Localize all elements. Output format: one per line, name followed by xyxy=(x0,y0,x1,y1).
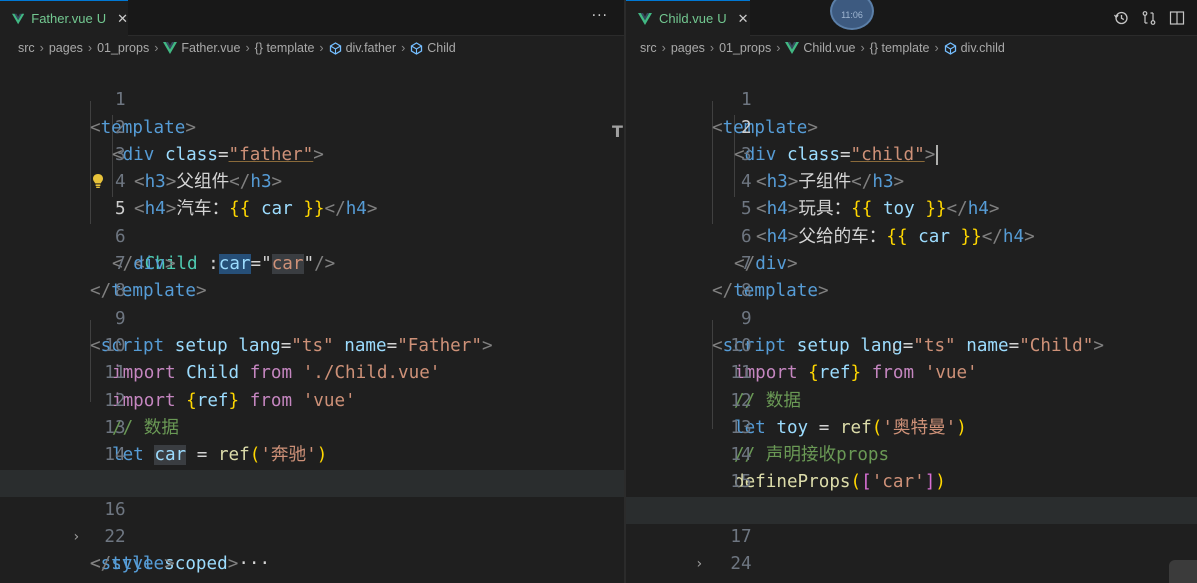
code-line: 15 xyxy=(0,442,624,492)
code-line: 4 <h4>玩具：{{ toy }}</h4> xyxy=(626,142,1197,219)
code-line: 13 let car = ref('奔驰') xyxy=(0,388,624,466)
vue-file-icon xyxy=(785,42,800,54)
chevron-right-icon: › xyxy=(709,41,715,55)
more-actions-icon[interactable]: ··· xyxy=(592,8,608,24)
editor-group-left: Father.vue U ✕ ··· src › pages › 01_props ›… xyxy=(0,0,624,583)
code-line-current: 5 <Child :car="car"/> xyxy=(0,169,624,275)
tab-bar-right: Child.vue U ✕ xyxy=(626,0,1197,36)
line-number: 25 xyxy=(690,579,751,583)
untracked-badge: U xyxy=(717,11,727,26)
code-line: 3 <h3>子组件</h3> xyxy=(626,115,1197,192)
corner-widget xyxy=(1169,560,1197,583)
breadcrumb-item[interactable]: Child.vue xyxy=(803,41,855,55)
code-line-folded: 16 › <style scoped>··· xyxy=(0,469,624,574)
breadcrumb-item[interactable]: div.father xyxy=(346,41,397,55)
vue-file-icon xyxy=(163,42,178,54)
code-line: 10 import {ref} from 'vue' xyxy=(626,306,1197,383)
code-line: 16 xyxy=(626,470,1197,520)
breadcrumb-item[interactable]: pages xyxy=(49,41,83,55)
code-line: 4 <h4>汽车：{{ car }}</h4> xyxy=(0,142,624,219)
ibeam-cursor-icon: I xyxy=(892,342,896,357)
code-line: 6 </div> xyxy=(0,197,624,274)
code-line: 14 </script> xyxy=(0,415,624,492)
chevron-right-icon: › xyxy=(401,41,406,55)
code-line: 8 xyxy=(626,251,1197,301)
code-line: 1 <template> xyxy=(626,60,1197,137)
close-icon[interactable]: ✕ xyxy=(117,11,128,27)
breadcrumb-item[interactable]: {} template xyxy=(255,41,315,55)
element-icon xyxy=(411,41,423,55)
code-line: 11 import {ref} from 'vue' xyxy=(0,333,624,410)
code-line: 25 xyxy=(626,551,1197,583)
breadcrumb-item[interactable]: Father.vue xyxy=(181,41,240,55)
code-line: 12 let toy = ref('奥特曼') xyxy=(626,360,1197,438)
code-line: 13 // 声明接收props xyxy=(626,388,1197,465)
folded-ellipsis[interactable]: ··· xyxy=(238,554,270,574)
breadcrumb-item[interactable]: {} template xyxy=(870,41,930,55)
vue-file-icon xyxy=(12,13,25,24)
lightbulb-icon[interactable] xyxy=(92,173,104,189)
chevron-right-icon: › xyxy=(245,41,250,55)
editor-actions xyxy=(1113,10,1185,26)
tab-father-vue[interactable]: Father.vue U ✕ xyxy=(0,0,128,36)
breadcrumb-item[interactable]: src xyxy=(18,41,35,55)
code-line: 1 <template> xyxy=(0,60,624,137)
code-editor-left[interactable]: 1 <template> 2 <div class="father"> 3 <h… xyxy=(0,60,624,583)
breadcrumb-item[interactable]: Child xyxy=(427,41,456,55)
code-line: 7 </template> xyxy=(0,224,624,301)
code-line-current: 2 <div class="child"> xyxy=(626,87,1197,165)
compare-changes-icon[interactable] xyxy=(1141,10,1157,26)
chevron-right-icon: › xyxy=(776,41,781,55)
chevron-right-icon: › xyxy=(860,41,865,55)
untracked-badge: U xyxy=(96,11,107,26)
code-line: 7 </template> xyxy=(626,224,1197,301)
element-icon xyxy=(329,41,341,55)
code-line: 24 </style> xyxy=(626,524,1197,583)
breadcrumb-item[interactable]: src xyxy=(640,41,657,55)
tab-label: Child.vue xyxy=(659,11,714,26)
split-editor-icon[interactable] xyxy=(1169,10,1185,26)
code-line: 10 import Child from './Child.vue' xyxy=(0,306,624,383)
code-line: 2 <div class="father"> xyxy=(0,87,624,165)
code-line: 9 <script setup lang="ts" name="Child"> xyxy=(626,278,1197,356)
code-line: 12 // 数据 xyxy=(0,360,624,438)
code-line: 14 defineProps(['car']) xyxy=(626,415,1197,492)
tab-bar-left: Father.vue U ✕ ··· xyxy=(0,0,624,36)
code-editor-right[interactable]: 1 <template> 2 <div class="child"> 3 <h3… xyxy=(626,60,1197,583)
code-line: 9 <script setup lang="ts" name="Father"> xyxy=(0,278,624,356)
code-line: 8 xyxy=(0,251,624,301)
breadcrumb: src › pages › 01_props › Father.vue › {} tem… xyxy=(0,36,624,60)
code-line: 15 </script> xyxy=(626,442,1197,519)
timeline-history-icon[interactable] xyxy=(1113,10,1129,26)
code-line: 3 <h3>父组件</h3> xyxy=(0,115,624,192)
breadcrumb-item[interactable]: pages xyxy=(671,41,705,55)
code-line: 6 </div> xyxy=(626,197,1197,274)
tab-child-vue[interactable]: Child.vue U ✕ xyxy=(626,0,750,36)
chevron-right-icon: › xyxy=(87,41,93,55)
element-icon xyxy=(944,41,956,55)
code-line: 5 <h4>父给的车：{{ car }}</h4> xyxy=(626,169,1197,246)
editor-group-right: Child.vue U ✕ src › pages › 01_props › Chil… xyxy=(626,0,1197,583)
chevron-right-icon: › xyxy=(934,41,939,55)
code-line-folded: 17 › <style scoped>··· xyxy=(626,496,1197,583)
vue-file-icon xyxy=(638,12,652,25)
close-icon[interactable]: ✕ xyxy=(738,11,749,27)
breadcrumb: src › pages › 01_props › Child.vue › {} temp… xyxy=(626,36,1197,60)
code-line: 22 </style> xyxy=(0,497,624,574)
breadcrumb-item[interactable]: 01_props xyxy=(97,41,149,55)
breadcrumb-item[interactable]: 01_props xyxy=(719,41,771,55)
code-line: 11 // 数据 xyxy=(626,333,1197,410)
resize-cursor-icon: T xyxy=(612,122,623,141)
chevron-right-icon: › xyxy=(661,41,666,55)
line-number: 22 xyxy=(104,527,126,548)
breadcrumb-item[interactable]: div.child xyxy=(961,41,1005,55)
chevron-right-icon: › xyxy=(154,41,159,55)
chevron-right-icon: › xyxy=(319,41,324,55)
tab-label: Father.vue xyxy=(31,11,93,26)
chevron-right-icon: › xyxy=(39,41,44,55)
